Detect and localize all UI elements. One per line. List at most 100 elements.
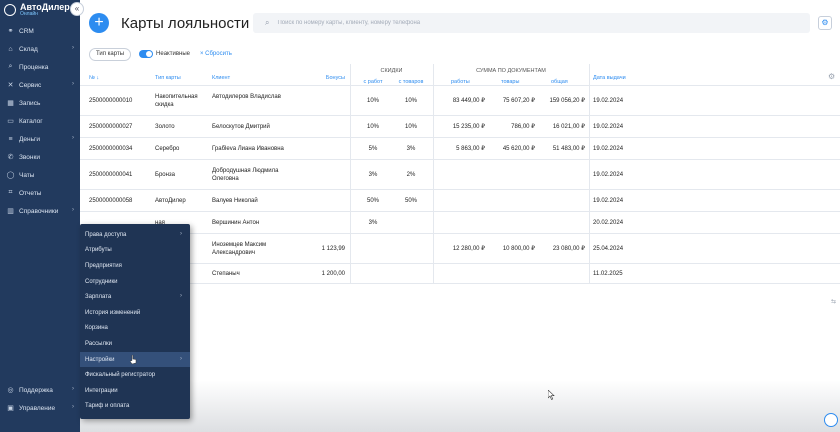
cell-client: Добродушная Людмила Олеговна — [212, 168, 279, 182]
sidebar-item[interactable]: ⚭ CRM — [0, 22, 80, 40]
inactive-toggle[interactable] — [139, 50, 154, 58]
sidebar-item[interactable]: ◯ Чаты — [0, 166, 80, 184]
cell-number: 2500000000041 — [89, 172, 133, 178]
col-type[interactable]: Тип карты — [155, 74, 181, 82]
cell-type: Серебро — [155, 146, 180, 152]
table-row[interactable]: 2500000000058 АвтоДилер Валуев Николай 50% 5… — [80, 190, 840, 212]
sidebar-item-label: Запись — [19, 99, 41, 107]
money-icon: ≡ — [8, 135, 13, 143]
col-disc-goods[interactable]: с товаров — [391, 78, 431, 86]
cell-disc-work: 10% — [366, 98, 379, 104]
cell-sum-goods: 786,00 ₽ — [511, 124, 535, 130]
cell-sum-goods: 10 800,00 ₽ — [502, 246, 535, 252]
sidebar-item[interactable]: ✆ Звонки — [0, 148, 80, 166]
cell-sum-work: 15 235,00 ₽ — [452, 124, 485, 130]
inactive-label: Неактивные — [156, 51, 190, 57]
search-bar[interactable]: ⌕ — [253, 13, 810, 33]
sidebar-item[interactable]: ▥ Справочники › — [0, 202, 80, 220]
reset-filters-button[interactable]: × Сбросить — [200, 51, 232, 57]
main-content: + Карты лояльности ⌕ ⚙ Тип карты Неактив… — [80, 0, 840, 432]
horizontal-scroll-icon[interactable]: ⇆ — [831, 298, 836, 305]
submenu-item[interactable]: Рассылки — [80, 336, 190, 352]
cell-bonuses: 1 123,99 — [321, 246, 345, 252]
sidebar-item-label: Сервис — [19, 81, 42, 89]
submenu-item-label: Сотрудники — [85, 278, 118, 285]
sidebar-item-label: CRM — [19, 27, 34, 35]
table-row[interactable]: 2500000000010 Накопительная скидка Автодил… — [80, 86, 840, 116]
submenu-item[interactable]: Предприятия — [80, 258, 190, 274]
search-icon: ⌕ — [265, 18, 270, 27]
submenu-item[interactable]: Зарплата › — [80, 289, 190, 305]
sidebar-item[interactable]: ≡ Деньги › — [0, 130, 80, 148]
col-sum-goods[interactable]: товары — [501, 78, 519, 86]
sidebar-item[interactable]: ⌕ Проценка — [0, 58, 80, 76]
sidebar-item-label: Склад — [19, 45, 38, 53]
columns-settings-gear-icon[interactable]: ⚙ — [828, 72, 835, 81]
submenu-item[interactable]: История изменений — [80, 305, 190, 321]
submenu-item-label: Настройки — [85, 356, 115, 363]
sidebar-item[interactable]: ▦ Запись — [0, 94, 80, 112]
col-client[interactable]: Клиент — [212, 74, 230, 82]
cell-sum-total: 51 483,00 ₽ — [552, 146, 585, 152]
chevron-right-icon: › — [72, 81, 74, 87]
card-type-filter[interactable]: Тип карты — [89, 47, 132, 61]
table-header: № ↓ Тип карты Клиент Бонусы СКИДКИ с раб… — [80, 64, 840, 86]
sidebar-item[interactable]: ✕ Сервис › — [0, 76, 80, 94]
sidebar-item[interactable]: ▭ Каталог — [0, 112, 80, 130]
submenu-item[interactable]: Тариф и оплата — [80, 399, 190, 415]
report-icon: ⌗ — [8, 189, 13, 196]
cell-date: 20.02.2024 — [593, 220, 624, 226]
sidebar-item[interactable]: ▣ Управление › — [0, 399, 80, 417]
filter-bar: Тип карты Неактивные × Сбросить — [89, 47, 232, 61]
add-card-button[interactable]: + — [89, 13, 109, 33]
cell-disc-work: 3% — [368, 172, 378, 178]
submenu-item[interactable]: Интеграции — [80, 383, 190, 399]
table-row[interactable]: 2500000000041 Бронза Добродушная Людмила О… — [80, 160, 840, 190]
cell-sum-work: 12 280,00 ₽ — [452, 246, 485, 252]
submenu-item[interactable]: Атрибуты — [80, 243, 190, 259]
search-input[interactable] — [277, 20, 578, 26]
submenu-item[interactable]: Настройки › — [80, 351, 190, 368]
cell-disc-goods: 50% — [404, 198, 417, 204]
sidebar-item[interactable]: ⌗ Отчеты — [0, 184, 80, 202]
table-row[interactable]: 2500000000027 Золото Белоскутов Дмитрий 10%… — [80, 116, 840, 138]
col-sum-total[interactable]: общая — [551, 78, 568, 86]
page-settings-gear-icon[interactable]: ⚙ — [818, 16, 832, 30]
col-number[interactable]: № ↓ — [89, 74, 99, 82]
col-sum-work[interactable]: работы — [451, 78, 470, 86]
app-logo[interactable]: АвтоДилер Онлайн — [4, 2, 78, 18]
chevron-right-icon: › — [180, 355, 182, 362]
table-row[interactable]: Иноземцев Максим Александрович 1 123,99 12… — [80, 234, 840, 264]
sidebar-item[interactable]: ⌂ Склад › — [0, 40, 80, 58]
cell-date: 25.04.2024 — [593, 246, 624, 252]
sidebar-nav: ⚭ CRM ⌂ Склад › ⌕ Проценка ✕ Сервис › ▦ Запись ▭ Ката… — [0, 22, 80, 220]
cell-date: 19.02.2024 — [593, 172, 624, 178]
cell-sum-goods: 75 607,20 ₽ — [502, 98, 535, 104]
submenu-item[interactable]: Фискальный регистратор — [80, 367, 190, 383]
submenu-item[interactable]: Права доступа › — [80, 227, 190, 243]
submenu-item-label: Тариф и оплата — [85, 403, 130, 410]
sidebar-item-label: Управление — [19, 404, 56, 412]
collapse-sidebar-button[interactable]: « — [70, 2, 84, 16]
table-row[interactable]: Степаныч 1 200,00 11.02.2025 — [80, 264, 840, 284]
cell-client: Валуев Николай — [212, 198, 258, 204]
sidebar-item[interactable]: ◎ Поддержка › — [0, 381, 80, 399]
cell-date: 11.02.2025 — [593, 271, 623, 277]
col-bonuses[interactable]: Бонусы — [308, 74, 345, 82]
chevron-right-icon: › — [72, 404, 74, 410]
submenu-item-label: Права доступа — [85, 231, 127, 238]
support-icon: ◎ — [7, 387, 14, 394]
table-row[interactable]: ная Вершинин Антон 3% 20.02.2024 — [80, 212, 840, 234]
cell-sum-goods: 45 620,00 ₽ — [502, 146, 535, 152]
phone-icon: ✆ — [7, 154, 14, 161]
col-disc-work[interactable]: с работ — [355, 78, 391, 86]
submenu-item-label: Фискальный регистратор — [85, 372, 156, 379]
table-row[interactable]: 2500000000034 Серебро Грабleva Лиана Ивано… — [80, 138, 840, 160]
submenu-item[interactable]: Сотрудники — [80, 274, 190, 290]
submenu-item[interactable]: Корзина — [80, 321, 190, 337]
help-widget-icon[interactable] — [824, 413, 838, 427]
submenu-item-label: Атрибуты — [85, 247, 112, 254]
chevron-right-icon: › — [72, 135, 74, 141]
col-date[interactable]: Дата выдачи — [593, 74, 626, 82]
cell-number: 2500000000058 — [89, 198, 133, 204]
